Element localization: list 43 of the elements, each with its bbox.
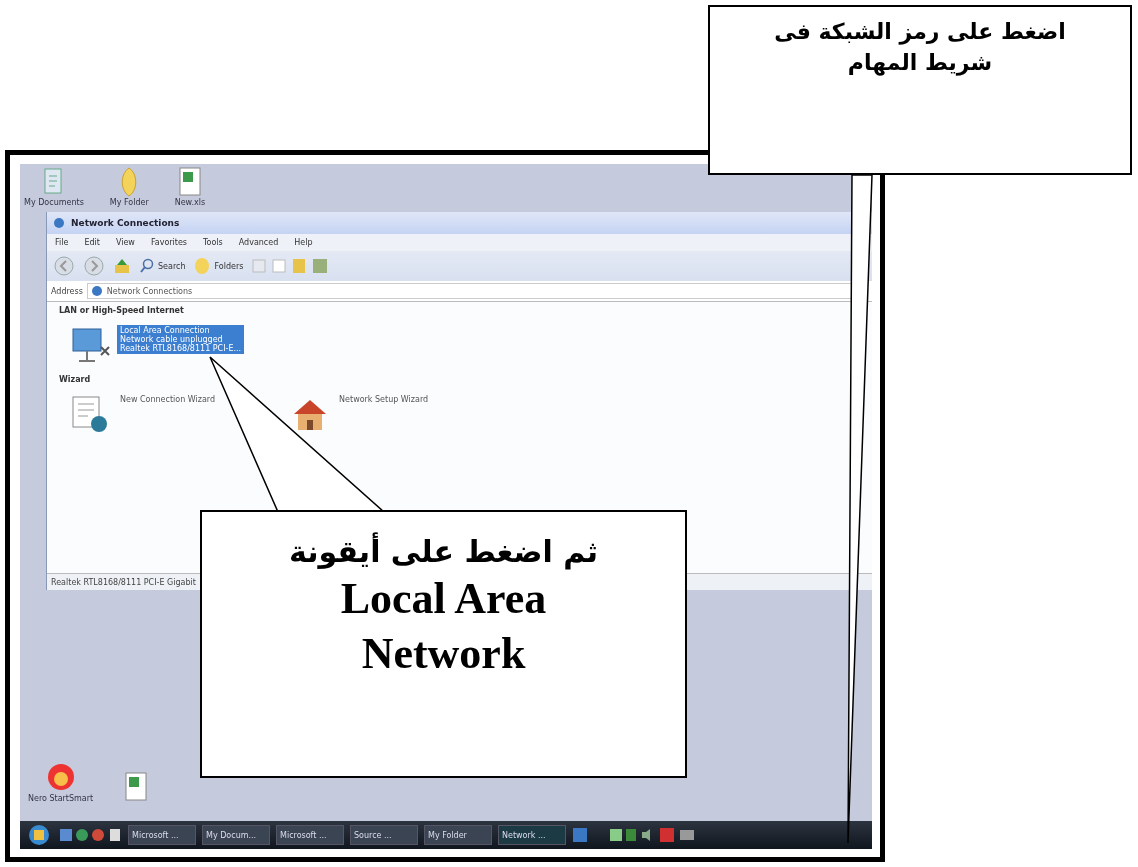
menu-item[interactable]: Tools: [203, 238, 223, 247]
taskbar-button[interactable]: Microsoft ...: [276, 825, 344, 845]
menu-item[interactable]: File: [55, 238, 69, 247]
taskbar-button[interactable]: My Docum...: [202, 825, 270, 845]
window-title: Network Connections: [71, 218, 180, 228]
connection-label[interactable]: New Connection Wizard: [117, 394, 219, 405]
callout-text: اضغط على رمز الشبكة فى شريط المهام: [773, 18, 1067, 78]
network-connection-icon[interactable]: [69, 325, 113, 365]
globe-icon: [90, 285, 103, 297]
menu-item[interactable]: View: [115, 238, 135, 247]
taskbar-button[interactable]: My Folder: [424, 825, 492, 845]
desktop-icon-label: Nero StartSmart: [28, 794, 94, 803]
spreadsheet-icon[interactable]: [176, 166, 203, 198]
desktop-icon-label: My Documents: [24, 198, 84, 207]
taskbar-button[interactable]: Network ...: [498, 825, 566, 845]
forward-button[interactable]: [83, 255, 105, 277]
search-button[interactable]: Search: [139, 258, 186, 274]
menu-item[interactable]: Advanced: [238, 238, 279, 247]
menu-item[interactable]: Edit: [84, 238, 100, 247]
callout-text: Local Area Network: [339, 573, 548, 680]
group-heading: LAN or High-Speed Internet: [59, 306, 185, 315]
up-folder-button[interactable]: [113, 257, 131, 275]
taskbar-button[interactable]: Source ...: [350, 825, 418, 845]
globe-icon: [53, 217, 65, 229]
address-label: Address: [51, 286, 83, 296]
menu-item[interactable]: Help: [294, 238, 313, 247]
language-icon[interactable]: [572, 827, 588, 843]
search-icon: [139, 258, 155, 274]
spreadsheet-icon[interactable]: [123, 771, 150, 803]
taskbar-button[interactable]: Microsoft ...: [128, 825, 196, 845]
status-text: Realtek RTL8168/8111 PCI-E Gigabit: [51, 577, 196, 587]
folders-button[interactable]: Folders: [193, 257, 244, 275]
connection-label[interactable]: Network Setup Wizard: [336, 394, 432, 405]
folder-icon: [193, 257, 212, 275]
connection-label[interactable]: Local Area Connection Network cable unplugged Realtek RTL8168/8111 PCI-E...: [117, 325, 245, 354]
callout-text: ثم اضغط على أيقونة: [289, 534, 598, 569]
desktop-icon-label: New.xls: [174, 198, 206, 207]
quick-launch-icon[interactable]: [58, 827, 122, 843]
menu-item[interactable]: Favorites: [150, 238, 187, 247]
desktop-icon-label: My Folder: [109, 198, 149, 207]
start-button[interactable]: [26, 822, 52, 848]
group-heading: Wizard: [59, 375, 92, 384]
back-button[interactable]: [53, 255, 75, 277]
